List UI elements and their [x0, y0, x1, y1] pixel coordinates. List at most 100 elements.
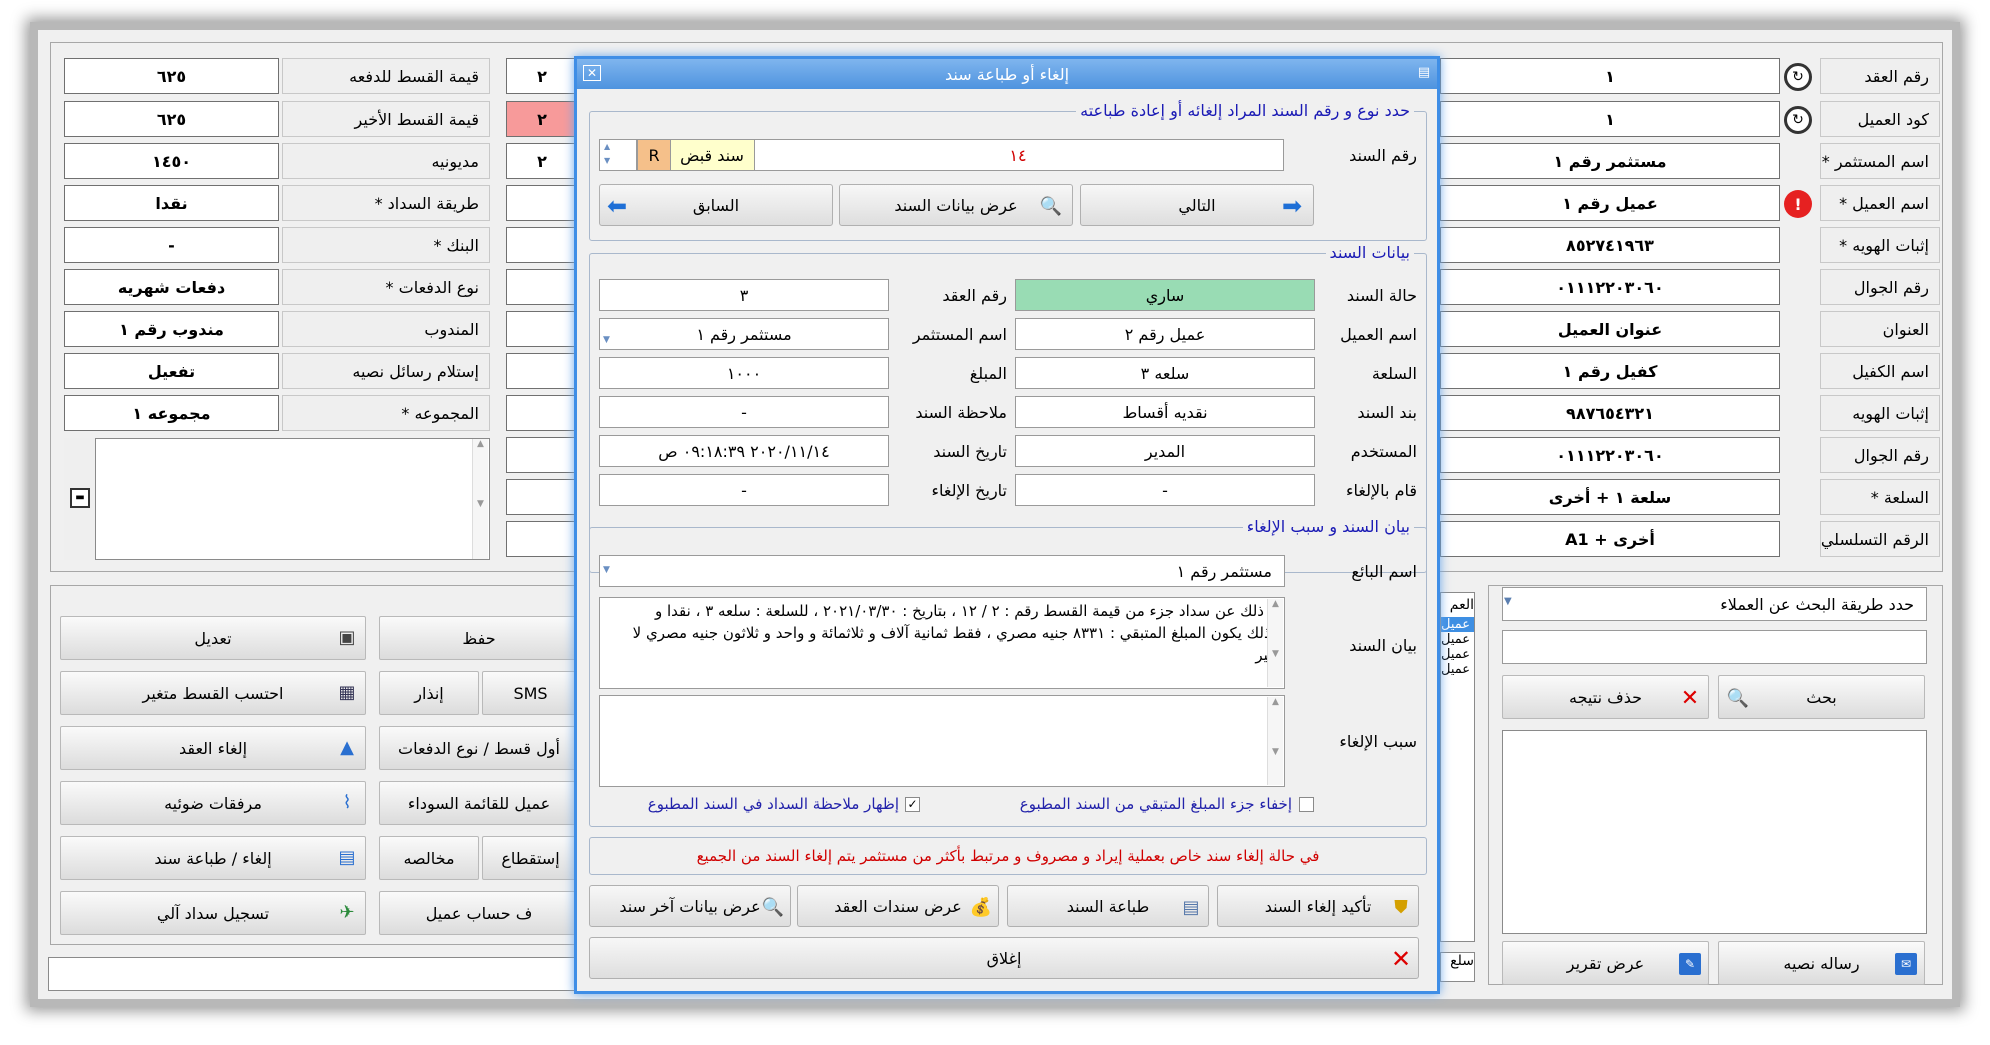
field-value[interactable]: مندوب رقم ١	[64, 311, 279, 347]
customers-list[interactable]: العم عميل عميل عميل عميل	[1440, 592, 1475, 942]
receipt-field-value[interactable]: نقديه أقساط	[1015, 396, 1315, 428]
mid-empty-12[interactable]	[506, 521, 578, 557]
field-value[interactable]: عنوان العميل	[1440, 311, 1780, 347]
reason-scrollbar[interactable]: ▲ ▼	[1267, 697, 1283, 785]
mid-empty-6[interactable]	[506, 269, 578, 305]
mid-value-1[interactable]: ٢	[506, 58, 578, 94]
list-item[interactable]: عميل	[1441, 662, 1474, 677]
field-label: * طريقة السداد	[282, 185, 490, 221]
receipt-number-input[interactable]: ١٤	[752, 139, 1284, 171]
field-value[interactable]: ٠١١١٢٢٠٣٠٦٠	[1440, 269, 1780, 305]
list-item[interactable]: عميل	[1441, 647, 1474, 662]
mid-empty-4[interactable]	[506, 185, 578, 221]
field-value[interactable]: عميل رقم ١	[1440, 185, 1780, 221]
field-value[interactable]: ٩٨٧٦٥٤٣٢١	[1440, 395, 1780, 431]
mid-empty-8[interactable]	[506, 353, 578, 389]
show-receipt-button[interactable]: عرض بيانات السند 🔍	[839, 184, 1073, 226]
seller-select[interactable]: مستثمر رقم ١	[599, 555, 1285, 587]
field-value[interactable]: ١٤٥٠	[64, 143, 279, 179]
field-value[interactable]: سلعة ١ + أخرى	[1440, 479, 1780, 515]
delete-result-button[interactable]: حذف نتيجه ✕	[1502, 675, 1709, 719]
receipt-number-stepper[interactable]: ▲ ▼	[599, 139, 637, 171]
reason-textarea[interactable]	[599, 695, 1285, 787]
sms-message-button[interactable]: رساله نصيه ✉	[1718, 941, 1925, 985]
action-button[interactable]: إلغاء العقد	[60, 726, 366, 770]
receipt-field-value[interactable]: -	[599, 474, 889, 506]
list-item[interactable]: عميل	[1441, 617, 1474, 632]
list-item[interactable]: عميل	[1441, 632, 1474, 647]
statement-textarea[interactable]: و ذلك عن سداد جزء من قيمة القسط رقم : ٢ …	[599, 597, 1285, 689]
receipt-field-value[interactable]: المدير	[1015, 435, 1315, 467]
show-report-button[interactable]: عرض تقرير ✎	[1502, 941, 1709, 985]
field-value[interactable]: دفعات شهريه	[64, 269, 279, 305]
receipt-field-value[interactable]: -	[1015, 474, 1315, 506]
receipt-field-value[interactable]: سلعه ٣	[1015, 357, 1315, 389]
confirm-cancel-button[interactable]: تأكيد إلغاء السند ⛊	[1217, 885, 1419, 927]
reset-contract-icon[interactable]: ↻	[1784, 63, 1812, 91]
notes-textarea[interactable]	[64, 438, 490, 560]
chevron-down-icon[interactable]: ▼	[603, 565, 615, 577]
notes-scrollbar[interactable]: ▲ ▼	[472, 439, 488, 559]
reset-customer-icon[interactable]: ↻	[1784, 106, 1812, 134]
field-value[interactable]: تفعيل	[64, 353, 279, 389]
search-method-select[interactable]: حدد طريقة البحث عن العملاء	[1502, 587, 1927, 621]
field-value[interactable]: ٨٥٢٧٤١٩٦٣	[1440, 227, 1780, 263]
action-button[interactable]: تعديل	[60, 616, 366, 660]
receipt-field-value[interactable]: ١٠٠٠	[599, 357, 889, 389]
field-value[interactable]: ٦٢٥	[64, 58, 279, 94]
search-input[interactable]	[1502, 630, 1927, 664]
mid-empty-7[interactable]	[506, 311, 578, 347]
action-button[interactable]: مخالصه	[379, 836, 479, 880]
field-value[interactable]: ١	[1440, 101, 1780, 137]
save-note-icon[interactable]: ▬	[70, 488, 90, 508]
receipt-field-value[interactable]: ٢٠٢٠/١١/١٤ ٠٩:١٨:٣٩ ص	[599, 435, 889, 467]
close-button[interactable]: إغلاق ✕	[589, 937, 1419, 979]
receipt-field-value[interactable]: مستثمر رقم ١	[599, 318, 889, 350]
mid-empty-5[interactable]	[506, 227, 578, 263]
field-value[interactable]: مجموعه ١	[64, 395, 279, 431]
next-button[interactable]: التالي ➡	[1080, 184, 1314, 226]
last-receipt-button[interactable]: عرض بيانات آخر سند 🔍	[589, 885, 791, 927]
mid-value-3[interactable]: ٢	[506, 143, 578, 179]
chevron-down-icon[interactable]: ▼	[1504, 596, 1518, 610]
previous-button[interactable]: السابق ⬅	[599, 184, 833, 226]
mid-empty-11[interactable]	[506, 479, 578, 515]
field-value[interactable]: A1 + أخرى	[1440, 521, 1780, 557]
hide-remaining-checkbox[interactable]	[1299, 797, 1314, 812]
mid-empty-9[interactable]	[506, 395, 578, 431]
action-button[interactable]: ف حساب عميل	[379, 891, 579, 935]
action-button[interactable]: إستقطاع	[482, 836, 579, 880]
close-icon[interactable]: ✕	[583, 65, 601, 81]
mid-empty-10[interactable]	[506, 437, 578, 473]
show-note-checkbox[interactable]: ✓	[905, 797, 920, 812]
field-value[interactable]: ١	[1440, 58, 1780, 94]
search-results-list[interactable]	[1502, 730, 1927, 934]
mid-value-2[interactable]: ٢	[506, 101, 578, 137]
field-value[interactable]: ٠١١١٢٢٠٣٠٦٠	[1440, 437, 1780, 473]
action-button[interactable]: حفظ	[379, 616, 579, 660]
list-bottom-field[interactable]: سلع	[1440, 952, 1475, 982]
field-value[interactable]: نقدا	[64, 185, 279, 221]
print-icon[interactable]: ▤	[1415, 65, 1433, 81]
action-button[interactable]: أول قسط / نوع الدفعات	[379, 726, 579, 770]
action-button[interactable]: عميل للقائمة السوداء	[379, 781, 579, 825]
search-button[interactable]: بحث 🔍	[1718, 675, 1925, 719]
statement-scrollbar[interactable]: ▲ ▼	[1267, 599, 1283, 687]
contract-receipts-button[interactable]: عرض سندات العقد 💰	[797, 885, 999, 927]
field-value[interactable]: مستثمر رقم ١	[1440, 143, 1780, 179]
field-value[interactable]: ٦٢٥	[64, 101, 279, 137]
action-button[interactable]: احتسب القسط متغير	[60, 671, 366, 715]
receipt-field-value[interactable]: ٣	[599, 279, 889, 311]
field-value[interactable]: -	[64, 227, 279, 263]
receipt-field-value[interactable]: -	[599, 396, 889, 428]
action-button[interactable]: إلغاء / طباعة سند	[60, 836, 366, 880]
action-button[interactable]: تسجيل سداد آلي	[60, 891, 366, 935]
action-button[interactable]: SMS	[482, 671, 579, 715]
receipt-field-value[interactable]: عميل رقم ٢	[1015, 318, 1315, 350]
action-button[interactable]: إنذار	[379, 671, 479, 715]
print-receipt-button[interactable]: طباعة السند ▤	[1007, 885, 1209, 927]
field-value[interactable]: كفيل رقم ١	[1440, 353, 1780, 389]
receipt-field-value[interactable]: ساري	[1015, 279, 1315, 311]
chevron-down-icon[interactable]: ▼	[603, 335, 615, 347]
action-button[interactable]: مرفقات ضوئيه	[60, 781, 366, 825]
